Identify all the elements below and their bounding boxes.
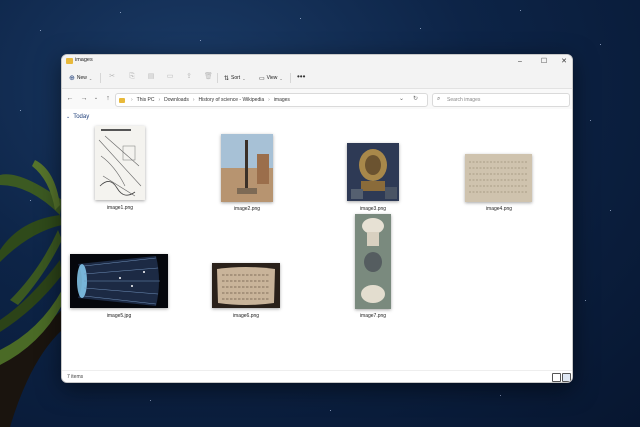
chevron-down-icon: ⌄ [88,75,93,81]
search-input[interactable]: ⌕ Search images [432,93,570,107]
chevron-right-icon: › [192,97,195,103]
maximize-button[interactable]: ☐ [536,56,552,67]
toolbar-divider [217,73,218,83]
chevron-right-icon: › [158,97,161,103]
group-header-today[interactable]: ⌄ Today [66,114,89,120]
breadcrumb-this-pc[interactable]: This PC [137,97,155,103]
title-bar: images – ☐ ✕ [62,55,572,68]
delete-icon[interactable]: 🗑 [204,73,213,81]
search-placeholder: Search images [447,97,481,103]
file-thumbnail-image2[interactable] [221,134,273,202]
up-arrow-icon[interactable]: ↑ [104,94,112,103]
file-name[interactable]: image3.png [360,206,386,212]
folder-icon [119,97,125,103]
new-label: New [76,75,87,81]
breadcrumb-downloads[interactable]: Downloads [164,97,189,103]
file-thumbnail-image7[interactable] [355,214,391,309]
back-arrow-icon[interactable]: ← [66,94,74,103]
file-thumbnail-image5[interactable] [70,254,168,308]
minimize-button[interactable]: – [512,56,528,67]
toolbar-divider [100,73,101,83]
command-bar: ⊕ New ⌄ ✂ ⎘ ▤ ▭ ⇪ 🗑 ⇅ Sort ⌄ ▭ View ⌄ ••… [62,68,572,89]
file-name[interactable]: image1.png [107,205,133,211]
folder-icon [66,58,73,64]
close-button[interactable]: ✕ [556,56,572,67]
sort-button[interactable]: ⇅ Sort ⌄ [224,72,246,84]
item-count: 7 items [67,374,84,380]
paste-icon[interactable]: ▤ [147,73,155,81]
file-thumbnail-image6[interactable] [212,263,280,308]
view-label: View [266,75,278,81]
file-name[interactable]: image7.png [360,313,386,319]
breadcrumb-history-of-science[interactable]: History of science - Wikipedia [199,97,265,103]
sort-icon: ⇅ [224,75,230,82]
search-icon: ⌕ [437,96,441,102]
view-button[interactable]: ▭ View ⌄ [259,72,283,84]
file-explorer-window: images – ☐ ✕ ⊕ New ⌄ ✂ ⎘ ▤ ▭ ⇪ 🗑 ⇅ Sort … [61,54,573,383]
group-label: Today [73,114,90,120]
address-bar[interactable]: › This PC › Downloads › History of scien… [115,93,428,107]
chevron-down-icon: ⌄ [66,114,71,120]
chevron-right-icon: › [268,97,270,103]
breadcrumb-images[interactable]: images [274,97,290,103]
view-icon: ▭ [259,75,265,82]
file-thumbnail-image3[interactable] [347,143,399,201]
more-options-button[interactable]: ••• [297,72,305,82]
file-name[interactable]: image5.jpg [107,313,131,319]
address-row: ← → ⌄ ↑ › This PC › Downloads › History … [62,89,572,109]
forward-arrow-icon[interactable]: → [80,94,88,103]
chevron-down-icon: ⌄ [279,75,283,81]
new-button[interactable]: ⊕ New ⌄ [66,72,95,84]
file-name[interactable]: image6.png [233,313,259,319]
share-icon[interactable]: ⇪ [185,73,193,81]
cut-icon[interactable]: ✂ [108,73,116,81]
file-name[interactable]: image2.png [234,206,260,212]
file-thumbnail-image4[interactable] [465,154,532,202]
plus-icon: ⊕ [69,75,75,82]
rename-icon[interactable]: ▭ [166,73,174,81]
file-name[interactable]: image4.png [486,206,512,212]
copy-icon[interactable]: ⎘ [128,73,136,81]
refresh-icon[interactable]: ↻ [413,95,418,102]
address-dropdown-icon[interactable]: ⌄ [399,95,404,102]
file-view: ⌄ Today image1.png image2.png image3.png… [62,110,572,370]
recent-locations-icon[interactable]: ⌄ [92,94,100,103]
status-bar: 7 items [62,370,572,382]
window-title: images [75,57,93,63]
chevron-right-icon: › [131,97,133,103]
large-icons-view-icon[interactable] [562,373,571,382]
sort-label: Sort [231,75,241,81]
toolbar-divider [290,73,291,83]
file-thumbnail-image1[interactable] [95,126,145,200]
details-view-icon[interactable] [552,373,561,382]
chevron-down-icon: ⌄ [242,75,246,81]
